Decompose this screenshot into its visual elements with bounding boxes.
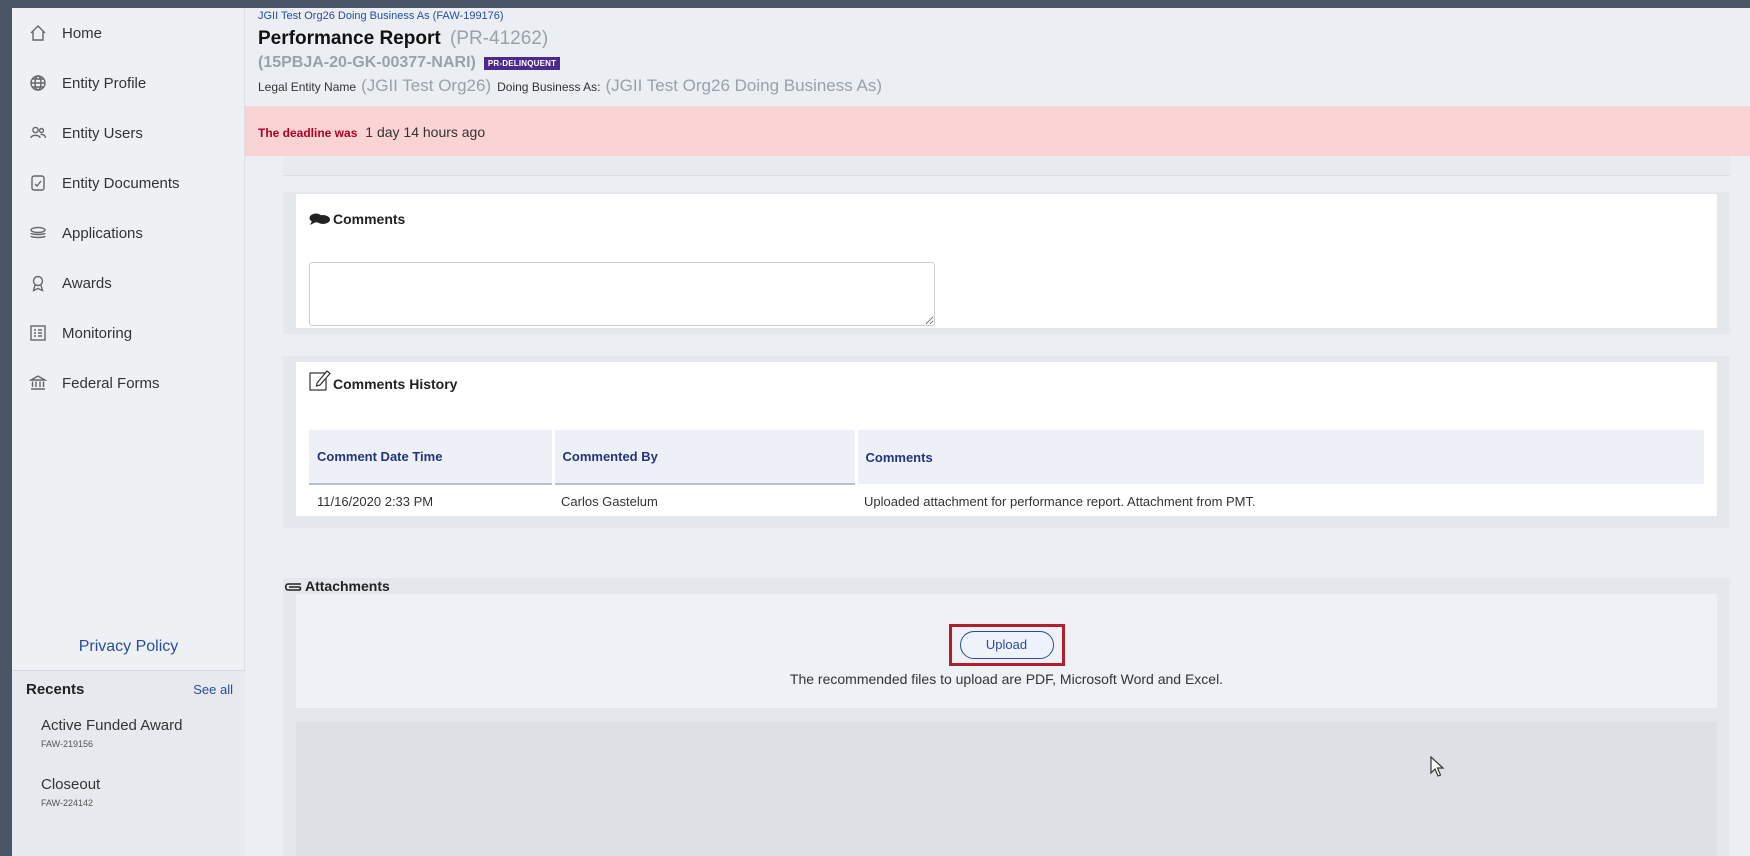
recent-item[interactable]: Closeout FAW-224142 xyxy=(12,776,245,808)
recent-item[interactable]: Active Funded Award FAW-219156 xyxy=(12,717,245,749)
upload-area: Upload xyxy=(296,624,1717,666)
see-all-link[interactable]: See all xyxy=(193,682,233,697)
upload-highlight: Upload xyxy=(948,624,1065,666)
attachments-heading: Attachments xyxy=(283,578,390,594)
privacy-policy-link[interactable]: Privacy Policy xyxy=(12,638,245,656)
sidebar-item-monitoring[interactable]: Monitoring xyxy=(12,308,244,358)
recent-item-code: FAW-224142 xyxy=(41,798,94,808)
award-icon xyxy=(28,273,48,293)
sidebar-item-label: Entity Users xyxy=(62,124,143,142)
comments-panel: Comments xyxy=(283,192,1730,334)
globe-icon xyxy=(28,73,48,93)
comments-history-panel: Comments History Comment Date Time Comme… xyxy=(283,356,1730,528)
sidebar-item-label: Federal Forms xyxy=(62,374,160,392)
sidebar-item-entity-documents[interactable]: Entity Documents xyxy=(12,158,244,208)
grant-line: (15PBJA-20-GK-00377-NARI) PR-DELINQUENT xyxy=(258,54,561,72)
recents-title: Recents xyxy=(26,681,85,698)
bank-icon xyxy=(28,373,48,393)
dba-label: Doing Business As: xyxy=(497,80,601,94)
sidebar-item-label: Monitoring xyxy=(62,324,133,342)
users-icon xyxy=(28,123,48,143)
comments-history-title: Comments History xyxy=(333,376,458,392)
cell-comment: Uploaded attachment for performance repo… xyxy=(864,493,1256,509)
page-title-text: Performance Report xyxy=(258,28,441,49)
comments-history-table: Comment Date Time Commented By Comments … xyxy=(309,430,1704,518)
sidebar-item-label: Home xyxy=(62,24,103,42)
attachments-title: Attachments xyxy=(305,578,390,594)
section-divider xyxy=(283,156,1730,176)
home-icon xyxy=(28,23,48,43)
recent-item-title: Active Funded Award xyxy=(41,717,183,734)
document-icon xyxy=(28,173,48,193)
sidebar-item-entity-users[interactable]: Entity Users xyxy=(12,108,244,158)
dba-value: (JGII Test Org26 Doing Business As) xyxy=(605,76,883,95)
deadline-alert: The deadline was 1 day 14 hours ago xyxy=(245,106,1750,156)
report-id: (PR-41262) xyxy=(449,28,549,49)
attachments-panel: Attachments Upload The recommended files… xyxy=(283,578,1730,856)
upload-note: The recommended files to upload are PDF,… xyxy=(789,671,1224,687)
comments-history-card: Comments History Comment Date Time Comme… xyxy=(296,362,1717,516)
grant-id: (15PBJA-20-GK-00377-NARI) xyxy=(258,54,476,71)
mouse-cursor-icon xyxy=(1430,756,1445,777)
sidebar-item-federal-forms[interactable]: Federal Forms xyxy=(12,358,244,408)
cell-commented-by: Carlos Gastelum xyxy=(561,494,658,509)
column-header-comments[interactable]: Comments xyxy=(854,430,1704,484)
stack-icon xyxy=(28,223,48,243)
sidebar-item-label: Entity Profile xyxy=(62,74,147,92)
column-header-commented-by[interactable]: Commented By xyxy=(551,430,856,485)
sidebar-item-label: Entity Documents xyxy=(62,174,180,192)
sidebar-item-awards[interactable]: Awards xyxy=(12,258,244,308)
comment-input[interactable] xyxy=(309,262,935,326)
sidebar-item-home[interactable]: Home xyxy=(12,8,244,58)
table-row: 11/16/2020 2:33 PM Carlos Gastelum Uploa… xyxy=(309,484,1704,518)
attachments-card: Upload The recommended files to upload a… xyxy=(296,594,1717,708)
sidebar-item-applications[interactable]: Applications xyxy=(12,208,244,258)
deadline-label: The deadline was xyxy=(258,126,358,140)
deadline-value: 1 day 14 hours ago xyxy=(365,124,486,140)
main-content: JGII Test Org26 Doing Business As (FAW-1… xyxy=(245,8,1750,856)
page-body: Comments Comments History Comment Date T… xyxy=(283,156,1730,856)
entity-line: Legal Entity Name (JGII Test Org26) Doin… xyxy=(258,76,888,96)
comments-heading: Comments xyxy=(309,211,405,227)
cell-date: 11/16/2020 2:33 PM xyxy=(317,494,434,509)
status-badge: PR-DELINQUENT xyxy=(483,56,561,70)
list-icon xyxy=(28,323,48,343)
comments-history-heading: Comments History xyxy=(309,368,457,392)
paperclip-icon xyxy=(284,583,302,591)
legal-entity-label: Legal Entity Name xyxy=(258,80,357,94)
recent-item-title: Closeout xyxy=(41,776,101,793)
attachments-list-area xyxy=(296,722,1717,856)
upload-button[interactable]: Upload xyxy=(959,631,1054,659)
column-header-date[interactable]: Comment Date Time xyxy=(309,430,553,485)
recents-panel: Recents See all Active Funded Award FAW-… xyxy=(12,670,245,856)
sidebar-item-label: Applications xyxy=(62,224,143,242)
recent-item-code: FAW-219156 xyxy=(41,739,94,749)
comments-icon xyxy=(309,213,330,225)
comments-title: Comments xyxy=(333,211,406,227)
sidebar: Home Entity Profile Entity Users Entity … xyxy=(12,8,245,856)
page-title: Performance Report (PR-41262) xyxy=(258,28,548,50)
sidebar-item-label: Awards xyxy=(62,274,112,292)
comments-card: Comments xyxy=(296,194,1717,328)
app-frame: Home Entity Profile Entity Users Entity … xyxy=(12,8,1750,856)
breadcrumb[interactable]: JGII Test Org26 Doing Business As (FAW-1… xyxy=(258,10,504,22)
legal-entity-value: (JGII Test Org26) xyxy=(361,76,492,95)
sidebar-item-entity-profile[interactable]: Entity Profile xyxy=(12,58,244,108)
edit-icon xyxy=(309,370,331,391)
